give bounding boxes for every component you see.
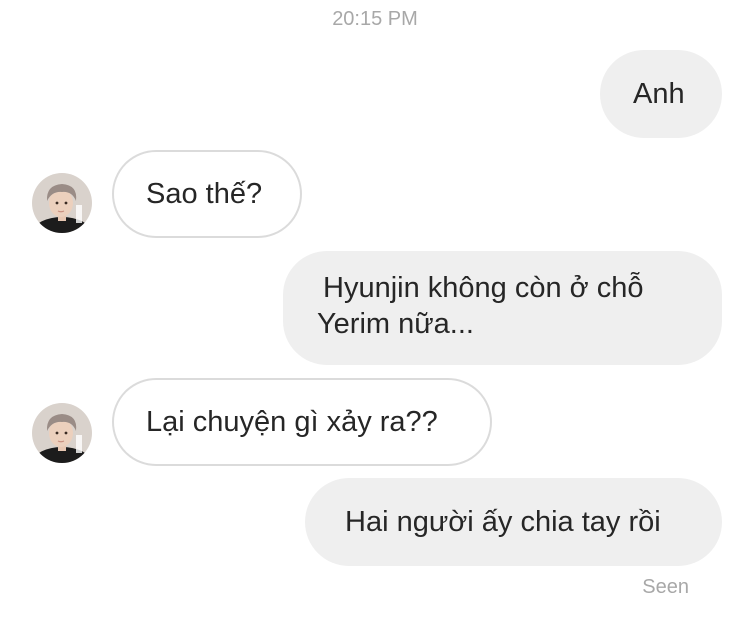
- received-message-bubble[interactable]: Lại chuyện gì xảy ra??: [112, 378, 492, 466]
- avatar-icon: [32, 173, 92, 233]
- avatar-icon: [32, 403, 92, 463]
- sent-message-bubble[interactable]: Hai người ấy chia tay rồi: [305, 478, 722, 566]
- seen-status: Seen: [642, 576, 689, 598]
- sent-message-bubble[interactable]: Anh: [600, 50, 722, 138]
- message-text: Sao thế?: [146, 178, 263, 210]
- message-text: Anh: [633, 78, 685, 110]
- message-timestamp: 20:15 PM: [332, 8, 418, 30]
- contact-avatar[interactable]: [32, 173, 92, 233]
- message-text-line: Yerim nữa...: [317, 308, 474, 340]
- received-message-bubble[interactable]: Sao thế?: [112, 150, 302, 238]
- message-text: Lại chuyện gì xảy ra??: [146, 406, 438, 438]
- contact-avatar[interactable]: [32, 403, 92, 463]
- sent-message-bubble[interactable]: Hyunjin không còn ở chỗ Yerim nữa...: [283, 251, 722, 365]
- chat-thread: 20:15 PM Anh Sao thế? Hyunjin không còn …: [0, 0, 750, 631]
- message-text: Hai người ấy chia tay rồi: [345, 506, 661, 538]
- message-text-line: Hyunjin không còn ở chỗ: [323, 272, 644, 304]
